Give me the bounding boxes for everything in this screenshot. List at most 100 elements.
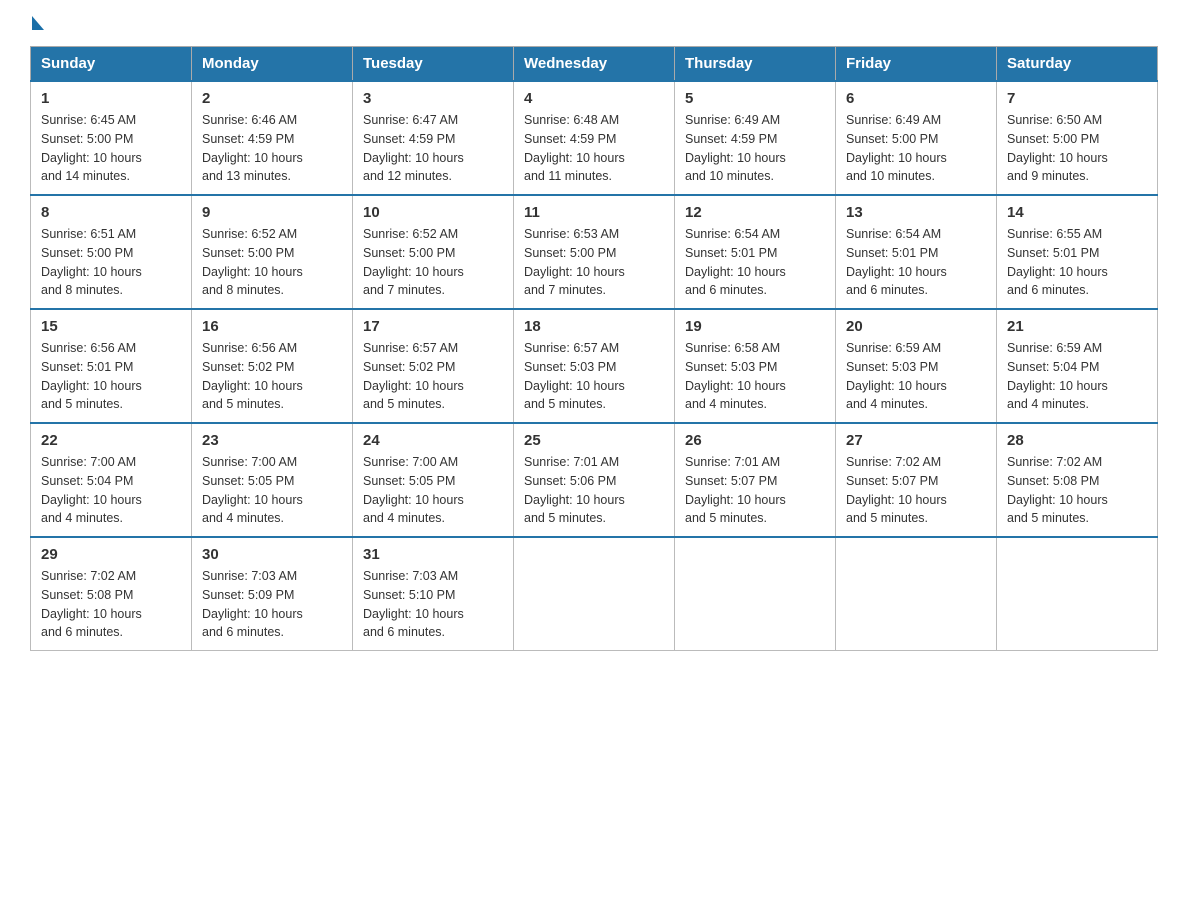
calendar-cell: 29 Sunrise: 7:02 AM Sunset: 5:08 PM Dayli… [31, 537, 192, 651]
day-number: 9 [202, 204, 342, 221]
weekday-header-wednesday: Wednesday [514, 47, 675, 82]
calendar-cell: 22Sunrise: 7:00 AM Sunset: 5:04 PM Dayli… [31, 423, 192, 537]
day-number: 10 [363, 204, 503, 221]
calendar-cell: 18Sunrise: 6:57 AM Sunset: 5:03 PM Dayli… [514, 309, 675, 423]
day-number: 19 [685, 318, 825, 335]
day-info: Sunrise: 6:47 AM Sunset: 4:59 PM Dayligh… [363, 111, 503, 186]
calendar-cell [997, 537, 1158, 651]
calendar-cell: 25 Sunrise: 7:01 AM Sunset: 5:06 PM Dayli… [514, 423, 675, 537]
day-number: 5 [685, 90, 825, 107]
weekday-header-tuesday: Tuesday [353, 47, 514, 82]
day-number: 16 [202, 318, 342, 335]
day-info: Sunrise: 7:02 AM Sunset: 5:08 PM Dayligh… [1007, 453, 1147, 528]
logo-arrow-icon [32, 16, 44, 30]
week-row-4: 22Sunrise: 7:00 AM Sunset: 5:04 PM Dayli… [31, 423, 1158, 537]
day-info: Sunrise: 6:46 AM Sunset: 4:59 PM Dayligh… [202, 111, 342, 186]
day-info: Sunrise: 6:55 AM Sunset: 5:01 PM Dayligh… [1007, 225, 1147, 300]
day-number: 21 [1007, 318, 1147, 335]
calendar-cell: 11Sunrise: 6:53 AM Sunset: 5:00 PM Dayli… [514, 195, 675, 309]
day-number: 26 [685, 432, 825, 449]
calendar-cell: 16Sunrise: 6:56 AM Sunset: 5:02 PM Dayli… [192, 309, 353, 423]
calendar-cell: 30 Sunrise: 7:03 AM Sunset: 5:09 PM Dayli… [192, 537, 353, 651]
calendar-cell [836, 537, 997, 651]
day-number: 27 [846, 432, 986, 449]
day-info: Sunrise: 6:59 AM Sunset: 5:04 PM Dayligh… [1007, 339, 1147, 414]
day-info: Sunrise: 7:00 AM Sunset: 5:05 PM Dayligh… [363, 453, 503, 528]
calendar-cell: 19 Sunrise: 6:58 AM Sunset: 5:03 PM Dayli… [675, 309, 836, 423]
calendar-cell: 12 Sunrise: 6:54 AM Sunset: 5:01 PM Dayli… [675, 195, 836, 309]
calendar-cell: 20 Sunrise: 6:59 AM Sunset: 5:03 PM Dayli… [836, 309, 997, 423]
day-number: 8 [41, 204, 181, 221]
day-number: 31 [363, 546, 503, 563]
day-info: Sunrise: 7:02 AM Sunset: 5:08 PM Dayligh… [41, 567, 181, 642]
day-number: 14 [1007, 204, 1147, 221]
calendar-cell: 15 Sunrise: 6:56 AM Sunset: 5:01 PM Dayli… [31, 309, 192, 423]
week-row-1: 1 Sunrise: 6:45 AM Sunset: 5:00 PM Daylig… [31, 81, 1158, 195]
day-number: 15 [41, 318, 181, 335]
day-info: Sunrise: 6:51 AM Sunset: 5:00 PM Dayligh… [41, 225, 181, 300]
logo [30, 20, 44, 28]
day-info: Sunrise: 7:01 AM Sunset: 5:06 PM Dayligh… [524, 453, 664, 528]
calendar-cell: 9 Sunrise: 6:52 AM Sunset: 5:00 PM Daylig… [192, 195, 353, 309]
day-info: Sunrise: 7:03 AM Sunset: 5:09 PM Dayligh… [202, 567, 342, 642]
day-info: Sunrise: 6:52 AM Sunset: 5:00 PM Dayligh… [363, 225, 503, 300]
day-info: Sunrise: 6:50 AM Sunset: 5:00 PM Dayligh… [1007, 111, 1147, 186]
day-info: Sunrise: 6:57 AM Sunset: 5:03 PM Dayligh… [524, 339, 664, 414]
calendar-cell: 23 Sunrise: 7:00 AM Sunset: 5:05 PM Dayli… [192, 423, 353, 537]
day-info: Sunrise: 6:49 AM Sunset: 4:59 PM Dayligh… [685, 111, 825, 186]
day-info: Sunrise: 7:00 AM Sunset: 5:04 PM Dayligh… [41, 453, 181, 528]
weekday-header-thursday: Thursday [675, 47, 836, 82]
weekday-header-friday: Friday [836, 47, 997, 82]
day-info: Sunrise: 6:48 AM Sunset: 4:59 PM Dayligh… [524, 111, 664, 186]
day-info: Sunrise: 6:56 AM Sunset: 5:01 PM Dayligh… [41, 339, 181, 414]
weekday-header-row: SundayMondayTuesdayWednesdayThursdayFrid… [31, 47, 1158, 82]
day-info: Sunrise: 7:03 AM Sunset: 5:10 PM Dayligh… [363, 567, 503, 642]
calendar-cell: 13 Sunrise: 6:54 AM Sunset: 5:01 PM Dayli… [836, 195, 997, 309]
calendar-cell: 1 Sunrise: 6:45 AM Sunset: 5:00 PM Daylig… [31, 81, 192, 195]
day-number: 24 [363, 432, 503, 449]
calendar-cell: 3 Sunrise: 6:47 AM Sunset: 4:59 PM Daylig… [353, 81, 514, 195]
calendar-cell: 24 Sunrise: 7:00 AM Sunset: 5:05 PM Dayli… [353, 423, 514, 537]
calendar-cell: 14 Sunrise: 6:55 AM Sunset: 5:01 PM Dayli… [997, 195, 1158, 309]
calendar-cell: 2 Sunrise: 6:46 AM Sunset: 4:59 PM Daylig… [192, 81, 353, 195]
day-number: 2 [202, 90, 342, 107]
day-info: Sunrise: 6:54 AM Sunset: 5:01 PM Dayligh… [846, 225, 986, 300]
day-number: 25 [524, 432, 664, 449]
day-number: 12 [685, 204, 825, 221]
calendar-cell [675, 537, 836, 651]
day-number: 17 [363, 318, 503, 335]
day-number: 23 [202, 432, 342, 449]
calendar-table: SundayMondayTuesdayWednesdayThursdayFrid… [30, 46, 1158, 651]
day-number: 30 [202, 546, 342, 563]
day-number: 29 [41, 546, 181, 563]
calendar-cell [514, 537, 675, 651]
day-number: 20 [846, 318, 986, 335]
week-row-5: 29 Sunrise: 7:02 AM Sunset: 5:08 PM Dayli… [31, 537, 1158, 651]
calendar-cell: 31 Sunrise: 7:03 AM Sunset: 5:10 PM Dayli… [353, 537, 514, 651]
calendar-cell: 17 Sunrise: 6:57 AM Sunset: 5:02 PM Dayli… [353, 309, 514, 423]
day-info: Sunrise: 6:45 AM Sunset: 5:00 PM Dayligh… [41, 111, 181, 186]
day-info: Sunrise: 6:52 AM Sunset: 5:00 PM Dayligh… [202, 225, 342, 300]
day-info: Sunrise: 6:49 AM Sunset: 5:00 PM Dayligh… [846, 111, 986, 186]
day-number: 3 [363, 90, 503, 107]
calendar-cell: 6 Sunrise: 6:49 AM Sunset: 5:00 PM Daylig… [836, 81, 997, 195]
day-info: Sunrise: 6:57 AM Sunset: 5:02 PM Dayligh… [363, 339, 503, 414]
day-info: Sunrise: 6:54 AM Sunset: 5:01 PM Dayligh… [685, 225, 825, 300]
day-number: 6 [846, 90, 986, 107]
calendar-cell: 4 Sunrise: 6:48 AM Sunset: 4:59 PM Daylig… [514, 81, 675, 195]
day-number: 13 [846, 204, 986, 221]
day-info: Sunrise: 7:02 AM Sunset: 5:07 PM Dayligh… [846, 453, 986, 528]
day-info: Sunrise: 7:00 AM Sunset: 5:05 PM Dayligh… [202, 453, 342, 528]
calendar-cell: 27 Sunrise: 7:02 AM Sunset: 5:07 PM Dayli… [836, 423, 997, 537]
calendar-cell: 5 Sunrise: 6:49 AM Sunset: 4:59 PM Daylig… [675, 81, 836, 195]
day-info: Sunrise: 6:59 AM Sunset: 5:03 PM Dayligh… [846, 339, 986, 414]
weekday-header-monday: Monday [192, 47, 353, 82]
week-row-3: 15 Sunrise: 6:56 AM Sunset: 5:01 PM Dayli… [31, 309, 1158, 423]
calendar-cell: 7 Sunrise: 6:50 AM Sunset: 5:00 PM Daylig… [997, 81, 1158, 195]
day-number: 1 [41, 90, 181, 107]
week-row-2: 8 Sunrise: 6:51 AM Sunset: 5:00 PM Daylig… [31, 195, 1158, 309]
day-info: Sunrise: 6:58 AM Sunset: 5:03 PM Dayligh… [685, 339, 825, 414]
calendar-cell: 28Sunrise: 7:02 AM Sunset: 5:08 PM Dayli… [997, 423, 1158, 537]
day-number: 4 [524, 90, 664, 107]
day-number: 7 [1007, 90, 1147, 107]
